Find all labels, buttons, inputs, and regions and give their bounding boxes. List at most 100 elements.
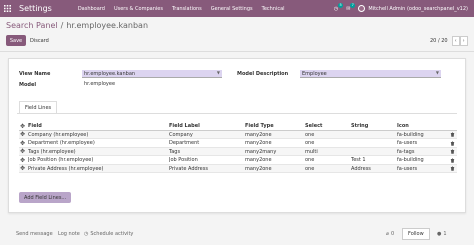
cell-field: Tags (hr.employee) bbox=[28, 148, 76, 155]
column-header-field-type[interactable]: Field Type bbox=[245, 122, 305, 131]
chatter-bar: Send message Log note ◷ Schedule activit… bbox=[0, 228, 474, 240]
menu-users-companies[interactable]: Users & Companies bbox=[114, 6, 163, 12]
clock-icon: ◷ bbox=[84, 231, 89, 237]
field-lines-table: ✥ Field Field Label Field Type Select St… bbox=[19, 122, 457, 173]
menu-technical[interactable]: Technical bbox=[262, 6, 285, 12]
cell-select: one bbox=[305, 165, 315, 172]
cell-icon: fa-tags bbox=[397, 148, 415, 155]
model-value: hr.employee bbox=[84, 81, 116, 87]
table-row[interactable]: ✥ Department (hr.employee) Department ma… bbox=[19, 139, 457, 148]
activity-badge: 5 bbox=[337, 2, 344, 8]
attachments-count: 0 bbox=[391, 231, 395, 237]
cell-field: Company (hr.employee) bbox=[28, 131, 89, 138]
cell-field-type: many2one bbox=[245, 131, 272, 138]
apps-menu-icon[interactable] bbox=[0, 0, 14, 17]
breadcrumb-current: hr.employee.kanban bbox=[66, 21, 149, 30]
add-field-lines-button[interactable]: Add Field Lines... bbox=[19, 192, 72, 203]
follow-button[interactable]: Follow bbox=[402, 228, 430, 240]
messages-icon[interactable]: ✉ 7 bbox=[346, 2, 356, 12]
view-name-select[interactable]: hr.employee.kanban ▼ bbox=[82, 70, 222, 78]
table-row[interactable]: ✥ Company (hr.employee) Company many2one… bbox=[19, 130, 457, 140]
pager-next-button[interactable]: › bbox=[459, 35, 468, 46]
view-name-value: hr.employee.kanban bbox=[84, 70, 136, 77]
chevron-down-icon: ▼ bbox=[216, 70, 220, 75]
followers-count: 1 bbox=[443, 231, 447, 237]
paperclip-icon: ⌀ bbox=[386, 231, 390, 237]
pager-prev-button[interactable]: ‹ bbox=[451, 35, 460, 46]
cell-icon: fa-users bbox=[397, 140, 418, 147]
model-label: Model bbox=[19, 82, 37, 88]
trash-icon[interactable] bbox=[448, 156, 456, 165]
user-icon: ● bbox=[437, 231, 442, 237]
cell-field-label: Private Address bbox=[169, 165, 208, 172]
trash-icon[interactable] bbox=[448, 148, 456, 157]
pager-value[interactable]: 20 / 20 bbox=[430, 38, 448, 44]
save-button[interactable]: Save bbox=[6, 35, 26, 46]
messages-badge: 7 bbox=[350, 2, 356, 8]
cell-field-label: Tags bbox=[169, 148, 181, 155]
breadcrumb-separator: / bbox=[60, 21, 64, 30]
trash-icon[interactable] bbox=[448, 165, 456, 174]
cell-field-type: many2one bbox=[245, 157, 272, 164]
breadcrumb: Search Panel / hr.employee.kanban bbox=[6, 21, 148, 30]
breadcrumb-parent[interactable]: Search Panel bbox=[6, 21, 58, 30]
view-name-label: View Name bbox=[19, 71, 51, 77]
table-header-row: ✥ Field Field Label Field Type Select St… bbox=[19, 122, 457, 131]
table-row[interactable]: ✥ Private Address (hr.employee) Private … bbox=[19, 164, 457, 174]
cell-field: Department (hr.employee) bbox=[28, 140, 95, 147]
send-message-button[interactable]: Send message bbox=[16, 228, 53, 240]
user-menu[interactable]: Mitchell Admin (odoo_searchpanel_v12) bbox=[358, 5, 468, 12]
followers-button[interactable]: ● 1 bbox=[437, 228, 447, 240]
cell-field-type: many2many bbox=[245, 148, 277, 155]
schedule-activity-button[interactable]: ◷ Schedule activity bbox=[84, 228, 133, 240]
menu-translations[interactable]: Translations bbox=[172, 6, 202, 12]
cell-field: Job Position (hr.employee) bbox=[28, 157, 94, 164]
column-header-field[interactable]: Field bbox=[28, 122, 168, 131]
cell-icon: fa-building bbox=[397, 157, 424, 164]
table-row[interactable]: ✥ Job Position (hr.employee) Job Positio… bbox=[19, 156, 457, 165]
pager: 20 / 20 ‹ › bbox=[430, 35, 468, 46]
cell-field-label: Company bbox=[169, 131, 193, 138]
cell-select: one bbox=[305, 140, 315, 147]
menu-general-settings[interactable]: General Settings bbox=[211, 6, 253, 12]
menu-dashboard[interactable]: Dashboard bbox=[78, 6, 105, 12]
form-sheet: View Name hr.employee.kanban ▼ Model hr.… bbox=[8, 58, 466, 213]
cell-icon: fa-building bbox=[397, 131, 424, 138]
chevron-down-icon: ▼ bbox=[435, 70, 439, 75]
user-name: Mitchell Admin (odoo_searchpanel_v12) bbox=[368, 6, 468, 12]
cell-string: Test 1 bbox=[351, 157, 366, 164]
model-description-label: Model Description bbox=[237, 71, 289, 77]
top-menu: Dashboard Users & Companies Translations… bbox=[78, 6, 285, 12]
avatar bbox=[358, 5, 366, 12]
column-header-field-label[interactable]: Field Label bbox=[169, 122, 245, 131]
trash-icon[interactable] bbox=[448, 131, 456, 140]
column-header-select[interactable]: Select bbox=[305, 122, 351, 131]
cell-select: multi bbox=[305, 148, 318, 155]
discard-button[interactable]: Discard bbox=[30, 35, 49, 46]
table-row[interactable]: ✥ Tags (hr.employee) Tags many2many mult… bbox=[19, 147, 457, 157]
cell-field-type: many2one bbox=[245, 165, 272, 172]
model-description-select[interactable]: Employee ▼ bbox=[300, 70, 441, 78]
cell-field: Private Address (hr.employee) bbox=[28, 165, 104, 172]
cell-string: Address bbox=[351, 165, 371, 172]
top-navbar: Settings Dashboard Users & Companies Tra… bbox=[0, 0, 474, 17]
column-header-icon[interactable]: Icon bbox=[397, 122, 447, 131]
cell-field-type: many2one bbox=[245, 140, 272, 147]
model-description-value: Employee bbox=[302, 70, 327, 77]
cell-string bbox=[351, 148, 397, 157]
cell-field-label: Job Position bbox=[169, 157, 198, 164]
column-header-string[interactable]: String bbox=[351, 122, 397, 131]
schedule-activity-label: Schedule activity bbox=[90, 231, 134, 237]
tab-divider bbox=[17, 113, 457, 114]
cell-string bbox=[351, 131, 397, 140]
cell-string bbox=[351, 139, 397, 148]
control-panel-divider bbox=[0, 51, 474, 52]
log-note-button[interactable]: Log note bbox=[58, 228, 80, 240]
cell-select: one bbox=[305, 157, 315, 164]
cell-icon: fa-users bbox=[397, 165, 418, 172]
cell-field-label: Department bbox=[169, 140, 200, 147]
app-title[interactable]: Settings bbox=[19, 4, 52, 13]
attachments-button[interactable]: ⌀ 0 bbox=[386, 228, 394, 240]
trash-icon[interactable] bbox=[448, 139, 456, 148]
activity-clock-icon[interactable]: ◷ 5 bbox=[334, 2, 344, 12]
